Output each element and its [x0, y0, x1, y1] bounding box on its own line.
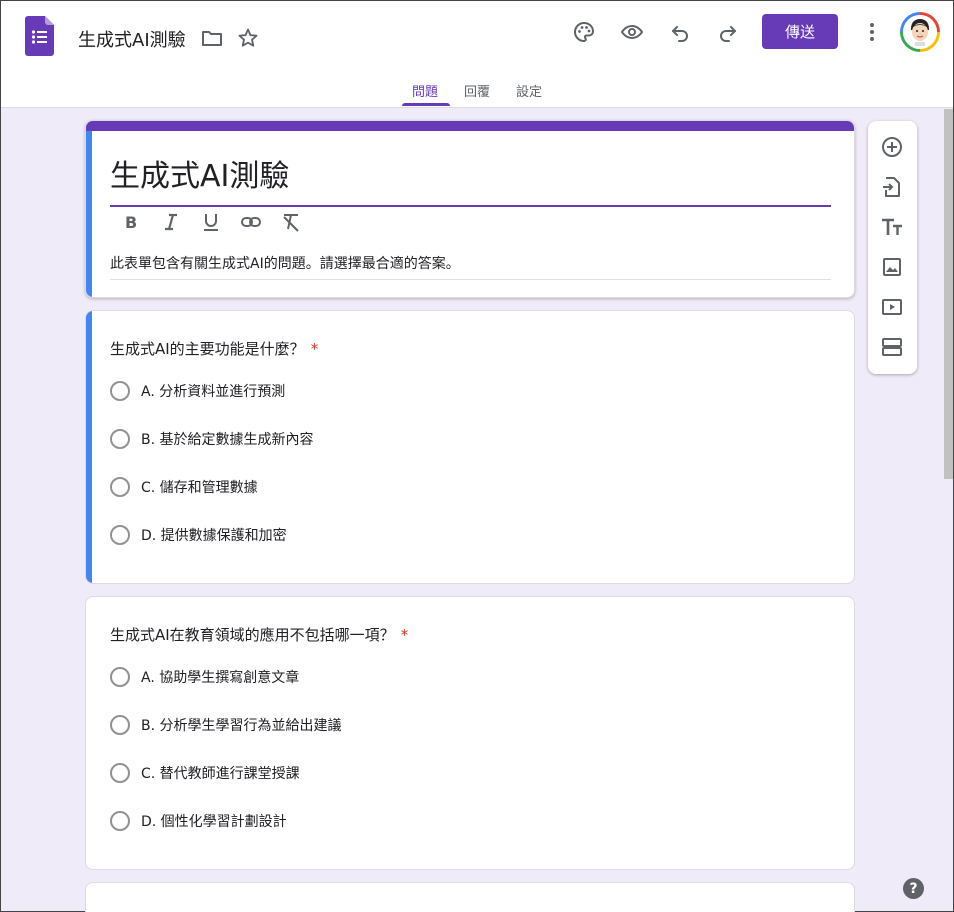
question-card-3[interactable]: [85, 882, 855, 912]
folder-icon[interactable]: [200, 26, 224, 50]
avatar-image: [903, 15, 937, 49]
clear-formatting-icon[interactable]: [280, 211, 302, 233]
palette-icon[interactable]: [572, 20, 596, 44]
form-description-input[interactable]: 此表單包含有關生成式AI的問題。請選擇最合適的答案。: [110, 253, 831, 280]
form-title-input[interactable]: 生成式AI測驗: [110, 151, 831, 207]
option-row[interactable]: D. 提供數據保護和加密: [110, 525, 287, 545]
link-icon[interactable]: [240, 211, 262, 233]
redo-icon[interactable]: [716, 20, 740, 44]
form-title-card[interactable]: 生成式AI測驗 B 此表單包含有關生成式AI的問題。請選擇最合適的答案。: [85, 120, 855, 298]
option-row[interactable]: D. 個性化學習計劃設計: [110, 811, 287, 831]
undo-icon[interactable]: [668, 20, 692, 44]
underline-icon[interactable]: [200, 211, 222, 233]
add-title-icon[interactable]: [880, 215, 904, 239]
option-label: A. 協助學生撰寫創意文章: [141, 670, 300, 686]
radio-button[interactable]: [110, 525, 130, 545]
option-label: D. 個性化學習計劃設計: [141, 814, 287, 830]
option-row[interactable]: B. 分析學生學習行為並給出建議: [110, 715, 342, 735]
import-question-icon[interactable]: [880, 175, 904, 199]
option-label: A. 分析資料並進行預測: [141, 384, 286, 400]
italic-icon[interactable]: [160, 211, 182, 233]
bold-icon[interactable]: B: [120, 211, 142, 233]
option-label: C. 替代教師進行課堂授課: [141, 766, 300, 782]
title-card-accent: [86, 121, 854, 131]
add-image-icon[interactable]: [880, 255, 904, 279]
radio-button[interactable]: [110, 811, 130, 831]
option-label: B. 基於給定數據生成新內容: [141, 432, 314, 448]
radio-button[interactable]: [110, 763, 130, 783]
radio-button[interactable]: [110, 667, 130, 687]
question-2-title[interactable]: 生成式AI在教育領域的應用不包括哪一項？ *: [110, 624, 408, 645]
radio-button[interactable]: [110, 429, 130, 449]
add-section-icon[interactable]: [880, 335, 904, 359]
add-question-icon[interactable]: [880, 135, 904, 159]
avatar[interactable]: [900, 12, 940, 52]
side-toolbar: [868, 121, 917, 374]
star-icon[interactable]: [236, 26, 260, 50]
scrollbar-thumb[interactable]: [944, 109, 953, 479]
option-row[interactable]: C. 替代教師進行課堂授課: [110, 763, 300, 783]
preview-eye-icon[interactable]: [620, 20, 644, 44]
option-row[interactable]: A. 分析資料並進行預測: [110, 381, 285, 401]
question-card-2[interactable]: 生成式AI在教育領域的應用不包括哪一項？ * A. 協助學生撰寫創意文章 B. 分…: [85, 596, 855, 870]
question-1-title[interactable]: 生成式AI的主要功能是什麼？ *: [110, 338, 318, 359]
help-button[interactable]: ?: [903, 878, 924, 899]
option-row[interactable]: A. 協助學生撰寫創意文章: [110, 667, 299, 687]
option-label: D. 提供數據保護和加密: [141, 528, 287, 544]
radio-button[interactable]: [110, 715, 130, 735]
required-mark: *: [400, 626, 409, 644]
option-label: C. 儲存和管理數據: [141, 480, 258, 496]
question-card-1[interactable]: 生成式AI的主要功能是什麼？ * A. 分析資料並進行預測 B. 基於給定數據生成…: [85, 310, 855, 584]
radio-button[interactable]: [110, 477, 130, 497]
active-tab-indicator: [402, 103, 450, 106]
tab-responses[interactable]: 回覆: [464, 81, 490, 100]
top-bar: 生成式AI測驗 傳送 問題 回覆 設定: [1, 1, 953, 108]
option-row[interactable]: B. 基於給定數據生成新內容: [110, 429, 314, 449]
document-title[interactable]: 生成式AI測驗: [78, 26, 186, 52]
tab-settings[interactable]: 設定: [516, 81, 542, 100]
form-tabs: 問題 回覆 設定: [1, 81, 953, 108]
svg-text:B: B: [125, 213, 137, 232]
option-row[interactable]: C. 儲存和管理數據: [110, 477, 258, 497]
radio-button[interactable]: [110, 381, 130, 401]
option-label: B. 分析學生學習行為並給出建議: [141, 718, 342, 734]
tab-questions[interactable]: 問題: [412, 81, 438, 100]
add-video-icon[interactable]: [880, 295, 904, 319]
forms-app-icon[interactable]: [25, 16, 54, 56]
required-mark: *: [310, 340, 319, 358]
more-vert-icon[interactable]: [860, 20, 884, 44]
send-button[interactable]: 傳送: [762, 14, 838, 49]
